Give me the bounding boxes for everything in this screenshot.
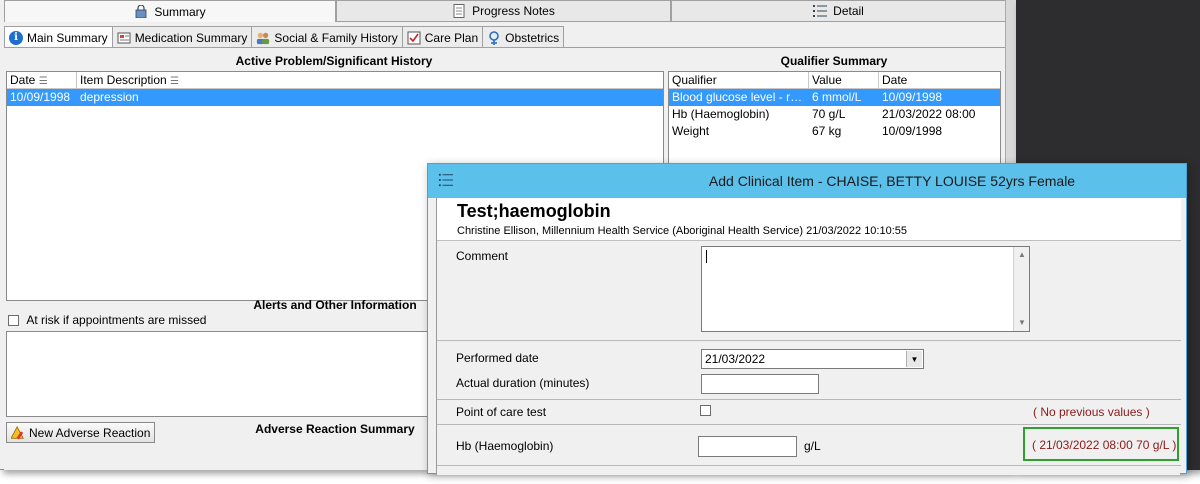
divider [437,424,1181,425]
dialog-subheading: Christine Ellison, Millennium Health Ser… [457,225,908,237]
tab-obstetrics-label: Obstetrics [505,30,560,45]
scroll-down-icon[interactable]: ▼ [1017,318,1027,328]
tab-main-summary[interactable]: i Main Summary [4,26,113,48]
cell-date: 10/09/1998 [10,90,71,104]
hb-unit: g/L [804,439,821,453]
add-clinical-item-dialog: Add Clinical Item - CHAISE, BETTY LOUISE… [427,163,1187,475]
hb-label: Hb (Haemoglobin) [456,439,554,453]
dialog-header: Test;haemoglobin Christine Ellison, Mill… [437,198,1181,241]
new-adverse-reaction-label: New Adverse Reaction [29,425,151,440]
hb-previous-values: ( 21/03/2022 08:00 70 g/L ) [1032,438,1177,452]
hb-input[interactable] [698,436,797,457]
divider [437,465,1181,466]
qualifier-summary-grid[interactable]: Qualifier Value Date Blood glucose level… [668,71,1001,171]
comment-textarea[interactable]: ▲ ▼ [701,246,1030,332]
new-adverse-reaction-button[interactable]: New Adverse Reaction [6,422,156,443]
dialog-title-bar[interactable]: Add Clinical Item - CHAISE, BETTY LOUISE… [428,164,1186,198]
table-row[interactable]: Hb (Haemoglobin) 70 g/L 21/03/2022 08:00 [669,106,1000,123]
point-of-care-label: Point of care test [456,405,547,419]
column-qualifier[interactable]: Qualifier [669,72,809,88]
divider [437,399,1181,400]
dialog-heading: Test;haemoglobin [457,201,611,221]
column-item-description[interactable]: Item Description ☰ [77,72,663,88]
table-row[interactable]: 10/09/1998 depression [7,89,663,106]
dialog-body: Test;haemoglobin Christine Ellison, Mill… [436,198,1181,475]
tab-progress-notes[interactable]: Progress Notes [336,0,671,22]
tab-summary[interactable]: Summary [4,0,336,22]
warning-pencil-icon [11,425,25,440]
tab-care-plan-label: Care Plan [424,30,479,45]
cell-value: 70 g/L [812,107,846,121]
tab-main-summary-label: Main Summary [27,30,108,45]
cell-description: depression [80,90,139,104]
family-icon [256,31,270,45]
tab-social-family-history-label: Social & Family History [274,30,398,45]
performed-date-label: Performed date [456,351,539,365]
chevron-down-icon[interactable]: ▼ [906,351,922,367]
column-date[interactable]: Date ☰ [7,72,77,88]
cell-date: 10/09/1998 [882,90,943,104]
alerts-box[interactable] [6,331,428,417]
duration-input[interactable] [701,374,819,394]
at-risk-label: At risk if appointments are missed [26,313,207,327]
tab-obstetrics[interactable]: Obstetrics [482,26,565,48]
table-row[interactable]: Blood glucose level - rand... 6 mmol/L 1… [669,89,1000,106]
poc-previous-values: ( No previous values ) [1033,405,1150,419]
cell-value: 6 mmol/L [812,90,862,104]
info-icon: i [9,30,23,45]
comment-scrollbar[interactable]: ▲ ▼ [1013,247,1029,331]
tab-detail[interactable]: Detail [671,0,1006,22]
performed-date-dropdown[interactable]: 21/03/2022 ▼ [701,349,924,369]
sub-tab-bar: i Main Summary Medication Summary Social… [4,26,565,48]
qualifier-header: Qualifier Value Date [669,72,1000,89]
cell-date: 21/03/2022 08:00 [882,107,976,121]
column-value[interactable]: Value [809,72,879,88]
cell-date: 10/09/1998 [882,124,943,138]
dialog-title: Add Clinical Item - CHAISE, BETTY LOUISE… [708,173,1076,189]
scroll-up-icon[interactable]: ▲ [1017,250,1027,260]
active-problem-header: Date ☰ Item Description ☰ [7,72,663,89]
lock-icon [134,5,148,19]
comment-label: Comment [456,249,509,263]
divider [437,340,1181,341]
care-plan-icon [407,31,421,45]
performed-date-value: 21/03/2022 [705,352,766,366]
medication-icon [117,31,131,45]
tab-summary-label: Summary [154,4,206,19]
at-risk-checkbox[interactable] [8,315,19,327]
tab-detail-label: Detail [833,4,864,18]
at-risk-checkbox-row[interactable]: At risk if appointments are missed [8,313,206,327]
tab-social-family-history[interactable]: Social & Family History [251,26,403,48]
tab-medication-summary[interactable]: Medication Summary [111,26,253,48]
cell-qualifier: Hb (Haemoglobin) [672,107,770,121]
duration-label: Actual duration (minutes) [456,376,590,390]
document-icon [452,4,466,18]
cell-qualifier: Weight [672,124,710,138]
point-of-care-checkbox[interactable] [700,405,711,416]
top-tab-bar: Summary Progress Notes Detail [4,0,1006,22]
cell-value: 67 kg [812,124,842,138]
table-row[interactable]: Weight 67 kg 10/09/1998 [669,123,1000,140]
tab-progress-notes-label: Progress Notes [472,4,555,18]
female-icon [487,30,501,45]
cell-qualifier: Blood glucose level - rand... [672,90,809,104]
column-date[interactable]: Date [879,72,1000,88]
active-problem-title: Active Problem/Significant History [235,54,433,68]
text-caret [706,250,707,263]
qualifier-summary-title: Qualifier Summary [780,54,888,68]
tab-medication-summary-label: Medication Summary [134,30,248,45]
list-icon [813,4,828,18]
tab-care-plan[interactable]: Care Plan [401,26,484,48]
